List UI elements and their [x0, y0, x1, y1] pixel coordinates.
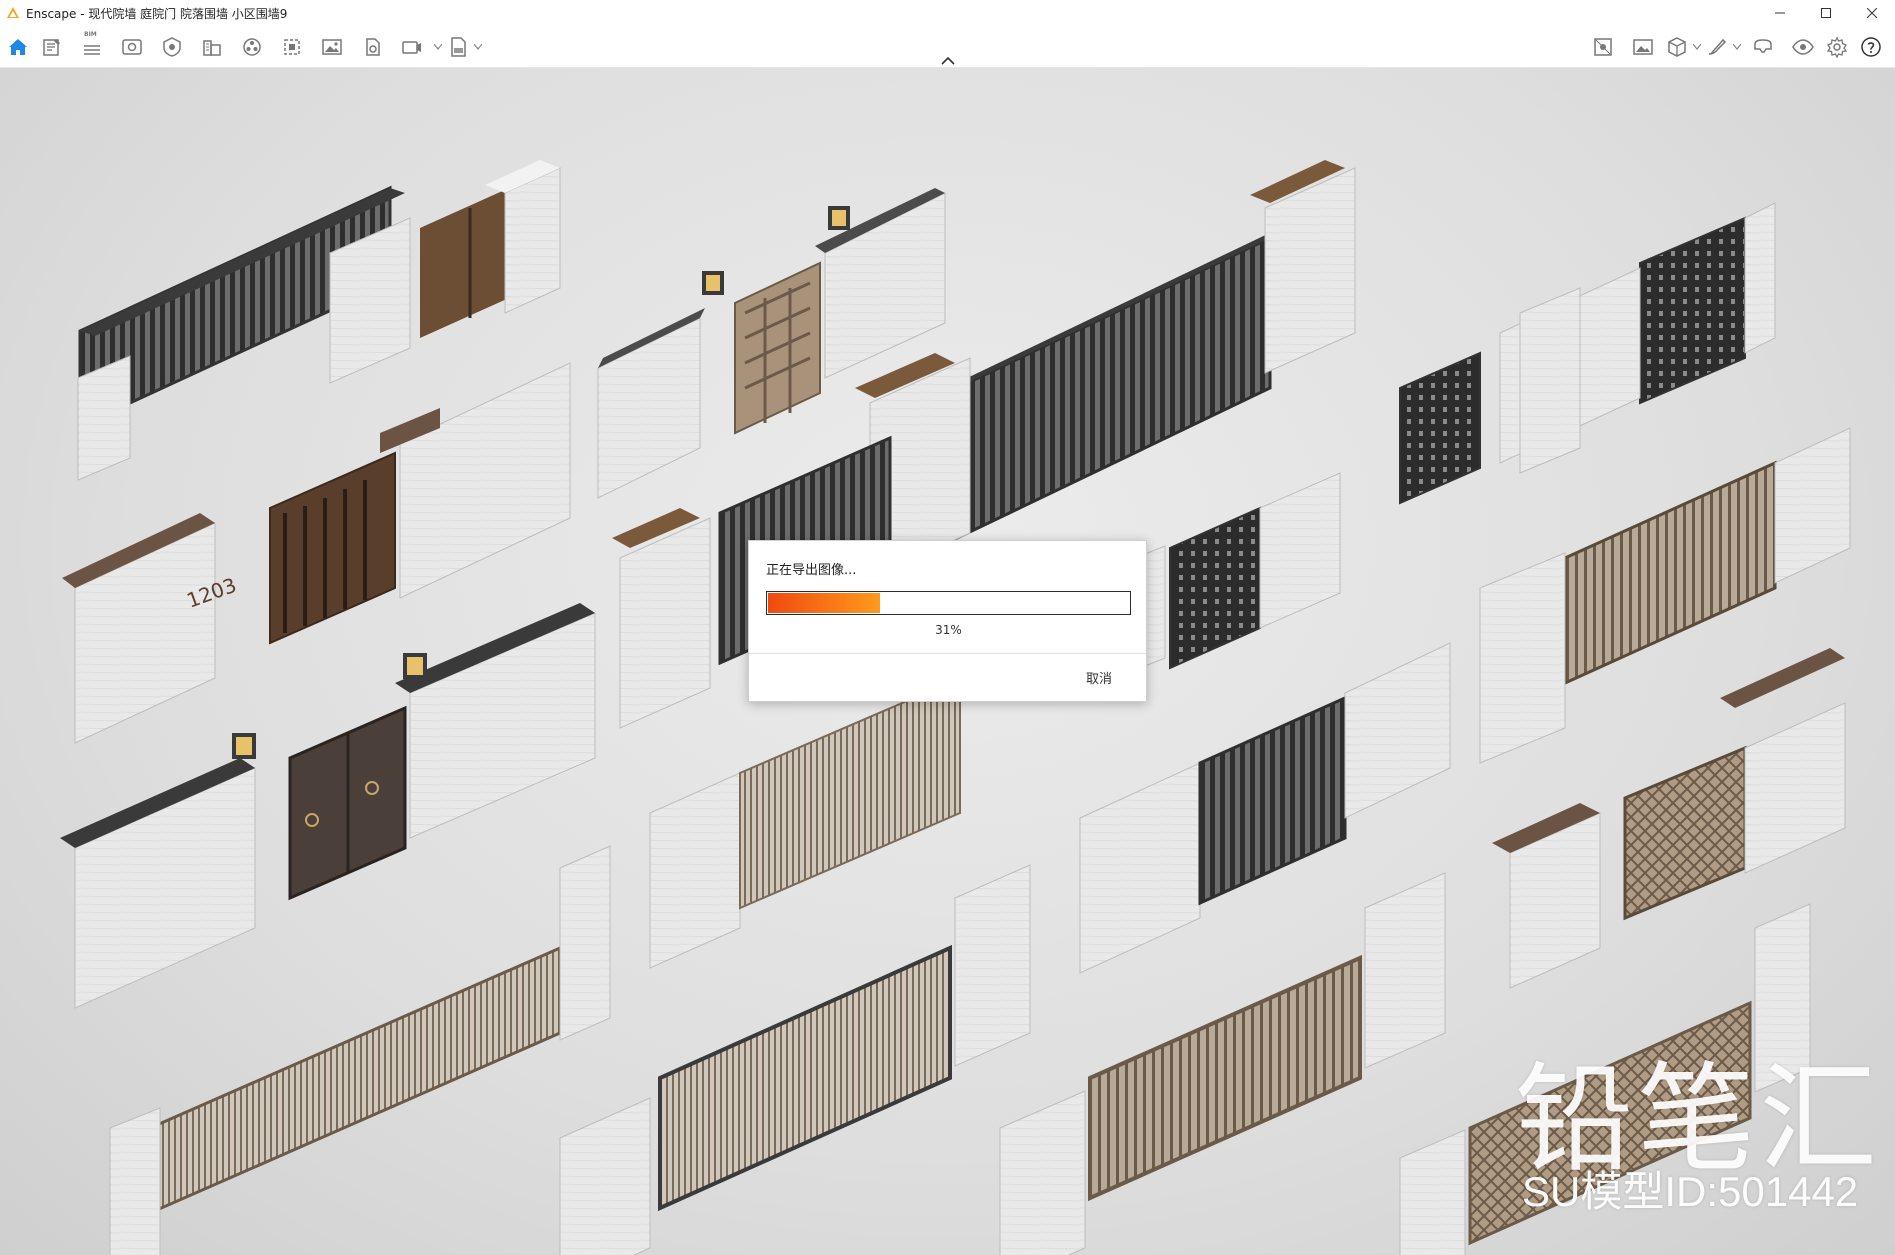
- cancel-button[interactable]: 取消: [1086, 668, 1112, 687]
- home-button[interactable]: [4, 26, 32, 68]
- settings-brush-icon: [1708, 38, 1727, 55]
- cube-dropdown-caret[interactable]: [1691, 26, 1703, 68]
- window-controls: [1757, 0, 1895, 26]
- vr-icon: [1754, 39, 1772, 53]
- brush-dropdown-caret[interactable]: [1731, 26, 1743, 68]
- bim-list-icon: [84, 45, 100, 55]
- close-icon: [1867, 8, 1877, 18]
- notes-button[interactable]: [32, 26, 72, 68]
- settings-button[interactable]: [1823, 26, 1851, 68]
- watermark-model-id: SU模型ID:501442: [1522, 1168, 1859, 1215]
- export-progress-dialog: 正在导出图像... 31% 取消: [748, 540, 1147, 702]
- collapse-toolbar-icon[interactable]: [938, 54, 958, 66]
- close-button[interactable]: [1849, 0, 1895, 26]
- assets-icon: [243, 38, 261, 56]
- export-dropdown-caret[interactable]: [472, 26, 484, 68]
- sites-icon: [203, 40, 221, 56]
- minimize-button[interactable]: [1757, 0, 1803, 26]
- minimize-icon: [1775, 12, 1785, 14]
- toolbar-left-group: BIM: [4, 26, 484, 68]
- sites-button[interactable]: [192, 26, 232, 68]
- help-icon: [1861, 37, 1881, 57]
- enscape-logo-icon: [7, 7, 19, 18]
- batch-render-icon: [284, 39, 300, 55]
- screenshot-icon: [322, 39, 342, 55]
- sun-button[interactable]: [1583, 26, 1623, 68]
- materials-button[interactable]: [152, 26, 192, 68]
- dialog-title: 正在导出图像...: [766, 563, 857, 578]
- chevron-down-icon: [1693, 44, 1701, 50]
- panorama-button[interactable]: [352, 26, 392, 68]
- bim-button[interactable]: BIM: [72, 26, 112, 68]
- exe-export-button[interactable]: [444, 26, 472, 68]
- assets-button[interactable]: [232, 26, 272, 68]
- progress-fill: [768, 593, 880, 613]
- window-title: Enscape - 现代院墙 庭院门 院落围墙 小区围墙9: [26, 6, 288, 21]
- help-button[interactable]: [1851, 26, 1891, 68]
- video-icon: [402, 41, 421, 54]
- materials-icon: [163, 37, 181, 57]
- chevron-down-icon: [434, 44, 442, 50]
- chevron-down-icon: [1733, 44, 1741, 50]
- sun-icon: [1594, 38, 1612, 56]
- cube-icon: [1668, 37, 1686, 57]
- views-icon: [122, 39, 142, 55]
- video-dropdown-caret[interactable]: [432, 26, 444, 68]
- gear-icon: [1826, 36, 1848, 59]
- visibility-button[interactable]: [1783, 26, 1823, 68]
- home-icon: [9, 39, 27, 55]
- progress-bar: [766, 591, 1131, 615]
- screenshot-button[interactable]: [312, 26, 352, 68]
- maximize-icon: [1821, 8, 1831, 18]
- views-button[interactable]: [112, 26, 152, 68]
- video-button[interactable]: [392, 26, 432, 68]
- notes-icon: [43, 39, 60, 56]
- bim-badge: BIM: [84, 31, 97, 38]
- exe-export-icon: [451, 37, 466, 57]
- toolbar-right-group: [1583, 26, 1891, 68]
- image-button[interactable]: [1623, 26, 1663, 68]
- maximize-button[interactable]: [1803, 0, 1849, 26]
- chevron-down-icon: [474, 44, 482, 50]
- vr-button[interactable]: [1743, 26, 1783, 68]
- cube-button[interactable]: [1663, 26, 1691, 68]
- settings-brush-button[interactable]: [1703, 26, 1731, 68]
- image-icon: [1633, 39, 1653, 55]
- panorama-icon: [366, 38, 380, 56]
- progress-label: 31%: [935, 623, 962, 637]
- visibility-icon: [1792, 39, 1814, 55]
- dialog-divider: [749, 653, 1146, 654]
- title-bar: Enscape - 现代院墙 庭院门 院落围墙 小区围墙9: [0, 0, 1895, 26]
- batch-render-button[interactable]: [272, 26, 312, 68]
